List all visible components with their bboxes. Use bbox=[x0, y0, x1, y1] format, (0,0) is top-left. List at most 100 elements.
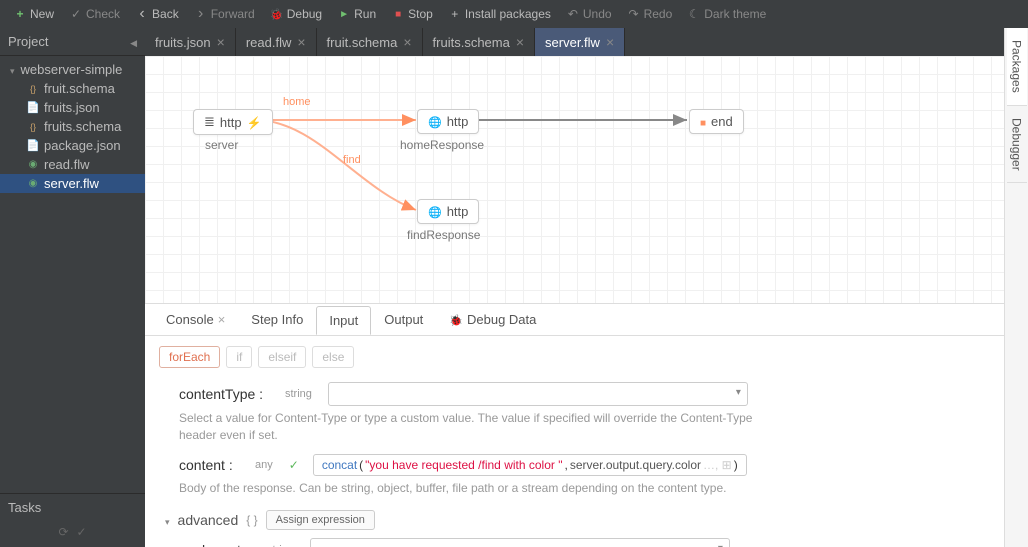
debug-button[interactable]: Debug bbox=[265, 5, 328, 23]
tab-fruit-schema[interactable]: fruit.schema bbox=[317, 28, 423, 56]
tree-root[interactable]: webserver-simple bbox=[0, 60, 145, 79]
rail-packages[interactable]: Packages bbox=[1007, 28, 1027, 106]
assign-expression-button[interactable]: Assign expression bbox=[266, 510, 375, 530]
tree-file-fruits-schema[interactable]: fruits.schema bbox=[0, 117, 145, 136]
refresh-icon[interactable]: ⟳ bbox=[58, 525, 68, 539]
node-caption-home: homeResponse bbox=[400, 138, 484, 152]
label-advanced: advanced bbox=[178, 512, 239, 528]
project-tree: webserver-simple fruit.schema fruits.jso… bbox=[0, 56, 145, 493]
edges-layer bbox=[145, 56, 1028, 303]
label-charset: charset : bbox=[195, 542, 251, 547]
globe-icon bbox=[428, 204, 442, 219]
check-all-icon[interactable]: ✓ bbox=[77, 525, 87, 539]
globe-icon bbox=[428, 114, 442, 129]
chevron-down-icon bbox=[10, 62, 17, 77]
theme-button[interactable]: Dark theme bbox=[682, 5, 772, 23]
play-icon bbox=[338, 8, 350, 20]
label-content-type: contentType : bbox=[179, 386, 269, 402]
close-icon[interactable] bbox=[217, 34, 225, 50]
tree-file-fruits-json[interactable]: fruits.json bbox=[0, 98, 145, 117]
label-content: content : bbox=[179, 457, 239, 473]
redo-button[interactable]: Redo bbox=[622, 5, 679, 23]
row-advanced[interactable]: advanced { } Assign expression bbox=[165, 510, 1014, 530]
tasks-toolbar: ⟳ ✓ bbox=[0, 521, 145, 547]
node-server[interactable]: ≣http bbox=[193, 109, 273, 135]
close-icon[interactable] bbox=[403, 34, 411, 50]
tab-input[interactable]: Input bbox=[316, 306, 371, 335]
input-panel: forEach if elseif else contentType : str… bbox=[145, 336, 1028, 547]
tab-server-flw[interactable]: server.flw bbox=[535, 28, 625, 56]
check-icon bbox=[70, 8, 82, 20]
tree-file-server-flw[interactable]: server.flw bbox=[0, 174, 145, 193]
close-icon[interactable] bbox=[516, 34, 524, 50]
undo-button[interactable]: Undo bbox=[561, 5, 618, 23]
rail-debugger[interactable]: Debugger bbox=[1007, 106, 1027, 184]
flow-canvas[interactable]: ≣http server home find http homeResponse… bbox=[145, 56, 1028, 304]
tree-file-fruit-schema[interactable]: fruit.schema bbox=[0, 79, 145, 98]
content-type-select[interactable] bbox=[328, 382, 748, 406]
collapse-icon[interactable] bbox=[130, 34, 137, 49]
project-title: Project bbox=[8, 34, 48, 49]
redo-icon bbox=[628, 8, 640, 20]
charset-select[interactable] bbox=[310, 538, 730, 547]
type-content-type: string bbox=[279, 387, 318, 401]
tree-file-package-json[interactable]: package.json bbox=[0, 136, 145, 155]
control-chips: forEach if elseif else bbox=[159, 346, 1014, 368]
close-icon[interactable] bbox=[218, 312, 226, 327]
node-home-response[interactable]: http bbox=[417, 109, 479, 134]
moon-icon bbox=[688, 8, 700, 20]
tab-console[interactable]: Console bbox=[153, 305, 238, 334]
run-button[interactable]: Run bbox=[332, 5, 382, 23]
type-charset: string bbox=[261, 543, 300, 547]
json-icon bbox=[26, 120, 40, 134]
sidebar: Project webserver-simple fruit.schema fr… bbox=[0, 28, 145, 547]
stop-icon bbox=[392, 8, 404, 20]
right-rail: Packages Debugger bbox=[1004, 28, 1028, 547]
back-button[interactable]: Back bbox=[130, 5, 185, 23]
install-button[interactable]: Install packages bbox=[443, 5, 557, 23]
document-icon bbox=[26, 139, 40, 153]
check-button[interactable]: Check bbox=[64, 5, 126, 23]
json-icon bbox=[26, 82, 40, 96]
tab-read-flw[interactable]: read.flw bbox=[236, 28, 317, 56]
tree-file-read-flw[interactable]: read.flw bbox=[0, 155, 145, 174]
end-icon bbox=[700, 114, 706, 129]
chip-elseif[interactable]: elseif bbox=[258, 346, 306, 368]
tab-fruits-json[interactable]: fruits.json bbox=[145, 28, 236, 56]
bug-icon bbox=[271, 8, 283, 20]
tab-output[interactable]: Output bbox=[371, 305, 436, 334]
content-expression[interactable]: concat("you have requested /find with co… bbox=[313, 454, 747, 476]
close-icon[interactable] bbox=[297, 34, 305, 50]
chip-else[interactable]: else bbox=[312, 346, 354, 368]
type-content: any bbox=[249, 458, 279, 472]
node-caption-find: findResponse bbox=[407, 228, 480, 242]
tab-debug-data[interactable]: Debug Data bbox=[436, 305, 549, 334]
help-content-type: Select a value for Content-Type or type … bbox=[179, 410, 759, 444]
node-end[interactable]: end bbox=[689, 109, 744, 134]
row-charset: charset : string bbox=[195, 538, 1014, 547]
forward-button[interactable]: Forward bbox=[189, 5, 261, 23]
download-icon bbox=[449, 8, 461, 20]
chip-foreach[interactable]: forEach bbox=[159, 346, 220, 368]
undo-icon bbox=[567, 8, 579, 20]
chevron-down-icon bbox=[165, 513, 170, 528]
braces-icon: { } bbox=[246, 513, 257, 527]
chip-if[interactable]: if bbox=[226, 346, 252, 368]
bolt-icon bbox=[247, 115, 262, 130]
edge-label-home: home bbox=[283, 96, 311, 108]
close-icon[interactable] bbox=[606, 34, 614, 50]
row-content: content : any concat("you have requested… bbox=[179, 454, 1014, 476]
valid-icon bbox=[289, 457, 303, 472]
project-panel-header[interactable]: Project bbox=[0, 28, 145, 56]
chevron-left-icon bbox=[136, 8, 148, 20]
tab-fruits-schema[interactable]: fruits.schema bbox=[423, 28, 536, 56]
editor-tabs: fruits.json read.flw fruit.schema fruits… bbox=[145, 28, 1028, 56]
node-find-response[interactable]: http bbox=[417, 199, 479, 224]
flow-icon bbox=[26, 177, 40, 191]
tasks-panel-header[interactable]: Tasks bbox=[0, 493, 145, 521]
flow-icon bbox=[26, 158, 40, 172]
stop-button[interactable]: Stop bbox=[386, 5, 439, 23]
tab-step-info[interactable]: Step Info bbox=[238, 305, 316, 334]
editor-area: fruits.json read.flw fruit.schema fruits… bbox=[145, 28, 1028, 547]
new-button[interactable]: New bbox=[8, 5, 60, 23]
